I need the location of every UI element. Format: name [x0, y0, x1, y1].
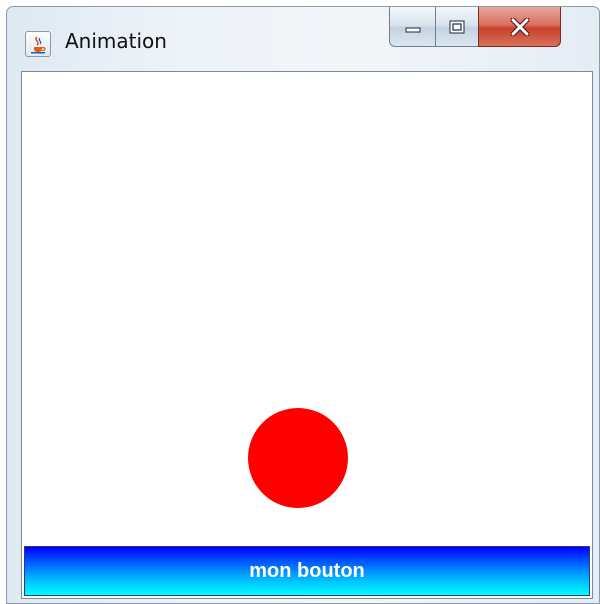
minimize-icon [390, 7, 435, 46]
maximize-button[interactable] [435, 7, 479, 47]
content-pane: mon bouton [21, 71, 593, 599]
red-ball [248, 408, 348, 508]
button-label: mon bouton [249, 559, 365, 582]
close-icon [479, 7, 560, 46]
minimize-button[interactable] [389, 7, 436, 47]
window-title: Animation [65, 29, 167, 53]
app-window: Animation mon bouton [6, 6, 600, 604]
mon-bouton-button[interactable]: mon bouton [24, 546, 590, 596]
maximize-icon [436, 7, 478, 46]
title-bar[interactable]: Animation [7, 7, 599, 71]
java-cup-icon[interactable] [25, 31, 51, 57]
close-button[interactable] [478, 7, 561, 47]
animation-panel [22, 72, 592, 546]
